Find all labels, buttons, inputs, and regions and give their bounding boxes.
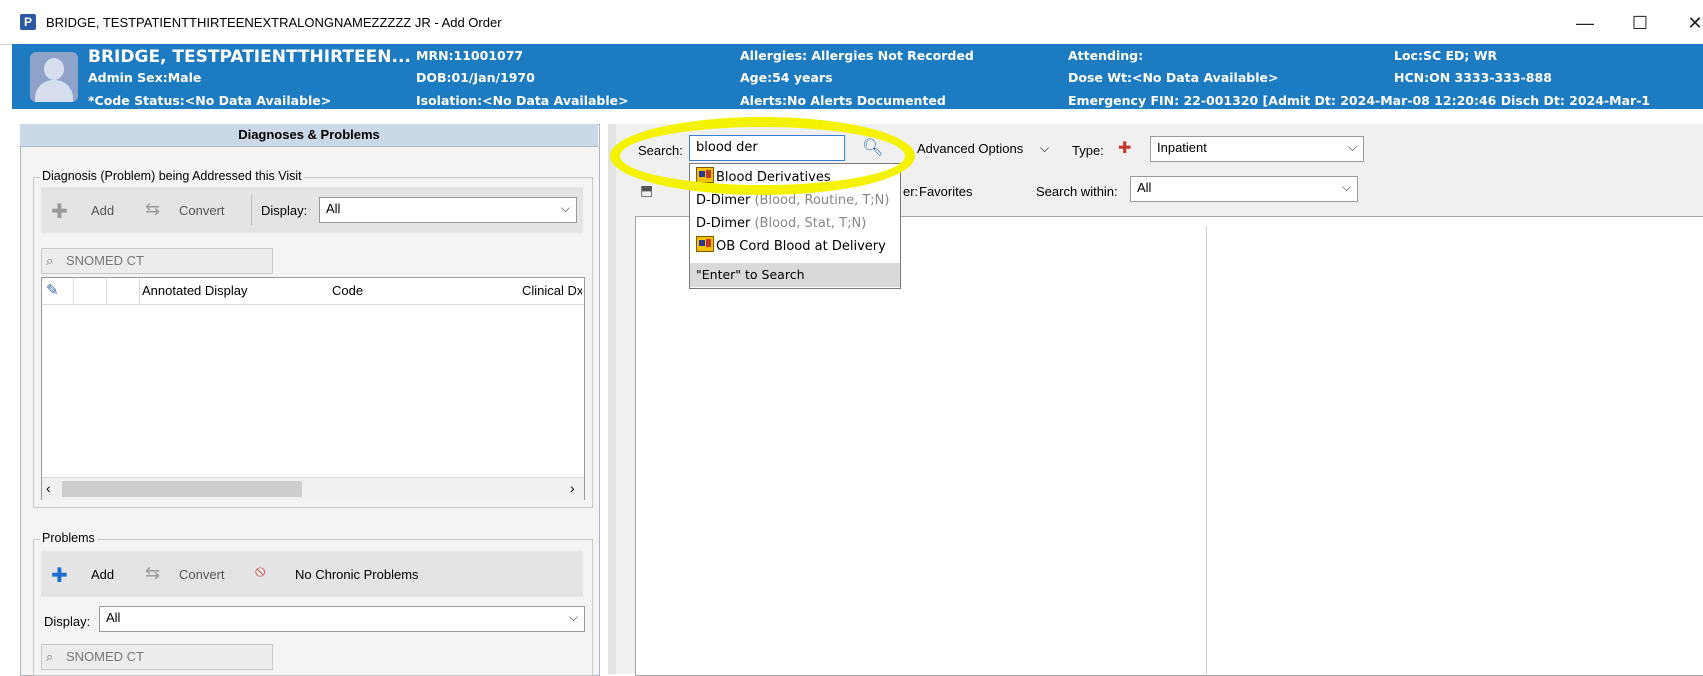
- encounter-fin: Emergency FIN: 22-001320 [Admit Dt: 2024…: [1068, 93, 1651, 108]
- column-clinical-dx[interactable]: Clinical Dx: [522, 283, 582, 298]
- convert-icon: ⇆: [145, 199, 161, 219]
- diagnosis-display-select[interactable]: All ⌵: [319, 197, 577, 223]
- location: Loc:SC ED; WR: [1394, 48, 1498, 63]
- suggestion-detail: (Blood, Stat, T;N): [750, 216, 867, 231]
- folder-value[interactable]: Favorites: [919, 184, 972, 199]
- mrn: MRN:11001077: [416, 48, 524, 63]
- allergies[interactable]: Allergies: Allergies Not Recorded: [740, 48, 974, 63]
- patient-avatar: [30, 52, 78, 102]
- attending: Attending:: [1068, 48, 1144, 63]
- app-icon: P: [20, 14, 36, 30]
- hcn: HCN:ON 3333-333-888: [1394, 70, 1552, 85]
- problems-toolbar: ✚ Add ⇆ Convert ⦸ No Chronic Problems: [41, 551, 583, 597]
- highlight-circle: [610, 117, 915, 195]
- diagnosis-convert-button[interactable]: Convert: [179, 203, 225, 218]
- problems-display-value: All: [106, 610, 121, 625]
- diagnosis-add-button[interactable]: Add: [91, 203, 114, 218]
- panel-title: Diagnoses & Problems: [20, 124, 598, 147]
- chevron-down-icon: ⌵: [568, 610, 578, 624]
- diagnosis-toolbar: ✚ Add ⇆ Convert Display: All ⌵: [41, 187, 583, 233]
- chevron-down-icon: ⌵: [560, 201, 570, 215]
- panel-splitter[interactable]: [608, 124, 616, 674]
- add-icon: ✚: [51, 201, 68, 223]
- type-select[interactable]: Inpatient ⌵: [1150, 136, 1364, 162]
- column-code[interactable]: Code: [332, 283, 363, 298]
- minimize-button[interactable]: —: [1570, 10, 1600, 36]
- suggestion-label: D-Dimer: [696, 216, 751, 231]
- close-button[interactable]: ✕: [1680, 10, 1703, 36]
- dose-weight: Dose Wt:<No Data Available>: [1068, 70, 1279, 85]
- problems-snomed-label: SNOMED CT: [66, 649, 144, 664]
- no-chronic-icon: ⦸: [255, 563, 266, 580]
- maximize-button[interactable]: ☐: [1625, 10, 1655, 36]
- problems-display-select[interactable]: All ⌵: [99, 606, 585, 632]
- patient-banner: BRIDGE, TESTPATIENTTHIRTEEN... Admin Sex…: [12, 44, 1703, 109]
- problems-group-legend: Problems: [40, 531, 97, 545]
- search-within-select[interactable]: All ⌵: [1130, 176, 1358, 202]
- suggestion-label: OB Cord Blood at Delivery: [716, 239, 886, 254]
- scroll-thumb[interactable]: [62, 481, 302, 497]
- order-set-icon: [696, 236, 714, 252]
- type-label: Type:: [1072, 143, 1104, 158]
- dob: DOB:01/Jan/1970: [416, 70, 535, 85]
- chevron-down-icon[interactable]: ⌵: [1040, 141, 1049, 156]
- type-value: Inpatient: [1157, 140, 1207, 155]
- search-within-value: All: [1137, 180, 1152, 195]
- isolation: Isolation:<No Data Available>: [416, 93, 629, 108]
- suggestion-d-dimer-stat[interactable]: D-Dimer (Blood, Stat, T;N): [690, 212, 900, 235]
- search-icon: ⌕: [46, 649, 54, 664]
- scroll-right-icon[interactable]: ›: [570, 480, 575, 496]
- search-icon: ⌕: [46, 253, 54, 268]
- chevron-down-icon: ⌵: [1341, 180, 1351, 194]
- search-within-label: Search within:: [1036, 184, 1118, 199]
- inpatient-icon: ✚: [1118, 140, 1132, 157]
- results-divider[interactable]: [1206, 226, 1207, 674]
- folder-icon[interactable]: ⬒: [640, 182, 653, 199]
- column-annotated-display[interactable]: Annotated Display: [142, 283, 248, 298]
- window-titlebar: P BRIDGE, TESTPATIENTTHIRTEENEXTRALONGNA…: [0, 0, 1703, 45]
- snomed-tab[interactable]: ⌕ SNOMED CT: [41, 248, 273, 274]
- problems-snomed-tab[interactable]: ⌕ SNOMED CT: [41, 644, 273, 670]
- problems-display-label: Display:: [44, 614, 91, 629]
- toolbar-divider: [251, 195, 252, 225]
- problems-add-button[interactable]: Add: [91, 567, 114, 582]
- suggestion-ob-cord-blood[interactable]: OB Cord Blood at Delivery: [690, 235, 900, 258]
- patient-name[interactable]: BRIDGE, TESTPATIENTTHIRTEEN...: [88, 47, 411, 67]
- diagnosis-group-legend: Diagnosis (Problem) being Addressed this…: [40, 169, 304, 183]
- display-label: Display:: [261, 203, 308, 218]
- enter-to-search-hint[interactable]: "Enter" to Search: [690, 263, 900, 287]
- add-icon: ✚: [51, 565, 68, 587]
- chevron-down-icon: ⌵: [1347, 140, 1357, 154]
- advanced-options-dropdown[interactable]: Advanced Options: [917, 141, 1023, 156]
- folder-label: er:: [903, 184, 919, 199]
- scroll-left-icon[interactable]: ‹: [46, 480, 51, 496]
- enter-to-search-label: "Enter" to Search: [696, 267, 805, 282]
- code-status: *Code Status:<No Data Available>: [88, 93, 332, 108]
- horizontal-scrollbar[interactable]: ‹ ›: [42, 477, 584, 500]
- suggestion-label: D-Dimer: [696, 193, 751, 208]
- window-title: BRIDGE, TESTPATIENTTHIRTEENEXTRALONGNAME…: [46, 15, 502, 30]
- alerts[interactable]: Alerts:No Alerts Documented: [740, 93, 946, 108]
- display-value: All: [326, 201, 341, 216]
- admin-sex: Admin Sex:Male: [88, 70, 202, 85]
- suggestion-detail: (Blood, Routine, T;N): [750, 193, 890, 208]
- diagnosis-grid: ✎ Annotated Display Code Clinical Dx ‹ ›: [41, 277, 585, 500]
- problems-convert-button[interactable]: Convert: [179, 567, 225, 582]
- snomed-label: SNOMED CT: [66, 253, 144, 268]
- annotate-icon[interactable]: ✎: [46, 281, 59, 299]
- age: Age:54 years: [740, 70, 833, 85]
- no-chronic-problems-button[interactable]: No Chronic Problems: [295, 567, 419, 582]
- grid-header: ✎ Annotated Display Code Clinical Dx: [42, 278, 584, 305]
- convert-icon: ⇆: [145, 563, 161, 583]
